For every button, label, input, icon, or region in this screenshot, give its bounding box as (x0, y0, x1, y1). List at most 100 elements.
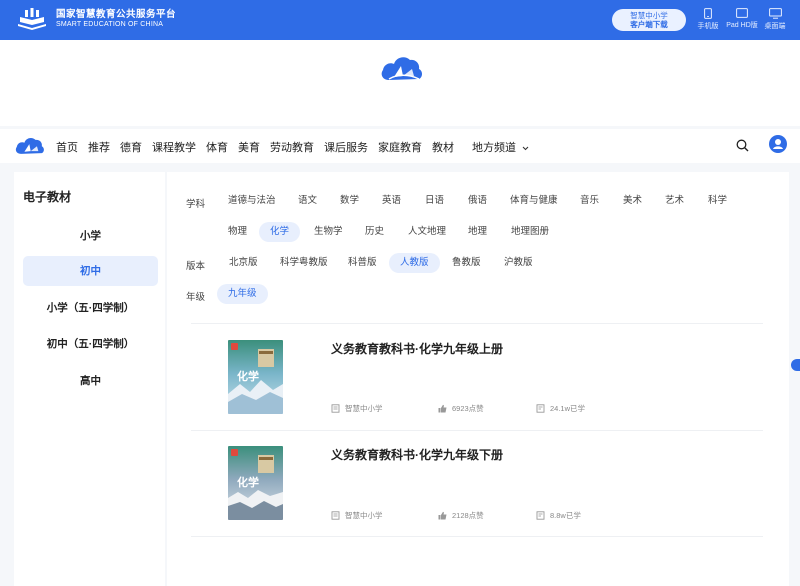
edition-chip[interactable]: 科普版 (348, 253, 377, 273)
sidebar-title: 电子教材 (23, 190, 72, 204)
nav-cloud-logo-icon[interactable] (14, 134, 46, 157)
nav-recommend[interactable]: 推荐 (88, 139, 110, 155)
platform-logo-icon (18, 8, 46, 30)
subject-chip[interactable]: 英语 (382, 191, 401, 211)
book-likes-text: 2128点赞 (452, 511, 484, 520)
subject-chip[interactable]: 地理 (468, 222, 487, 242)
book-publisher-text: 智慧中小学 (345, 511, 383, 520)
edition-chip[interactable]: 鲁教版 (452, 253, 481, 273)
book-title[interactable]: 义务教育教科书·化学九年级上册 (331, 340, 503, 357)
nav-moral[interactable]: 德育 (120, 139, 142, 155)
subject-chip[interactable]: 历史 (365, 222, 384, 242)
textbook-main: 学科 道德与法治 语文 数学 英语 日语 俄语 体育与健康 音乐 美术 艺术 科… (167, 172, 789, 586)
subject-chip[interactable]: 艺术 (665, 191, 684, 211)
book-learners-text: 24.1w已学 (550, 404, 586, 413)
nav-home[interactable]: 首页 (56, 139, 78, 155)
edition-label: 版本 (186, 261, 206, 272)
edition-chip[interactable]: 沪教版 (504, 253, 533, 273)
subject-chip[interactable]: 音乐 (580, 191, 599, 211)
user-avatar[interactable] (769, 135, 787, 153)
nav-labor[interactable]: 劳动教育 (270, 139, 314, 155)
edition-chip-active[interactable]: 人教版 (389, 253, 440, 273)
publisher-icon (331, 511, 340, 520)
book-publisher: 智慧中小学 (331, 403, 383, 414)
book-icon (536, 511, 545, 520)
device-desktop-link[interactable]: 桌面端 (762, 8, 788, 31)
sidebar-item-primary-54[interactable]: 小学（五·四学制） (23, 293, 158, 323)
device-desktop-label: 桌面端 (764, 23, 786, 30)
subject-chip[interactable]: 语文 (298, 191, 317, 211)
user-icon (773, 139, 783, 149)
subject-chip[interactable]: 物理 (228, 222, 247, 242)
book-likes: 6923点赞 (438, 403, 484, 414)
device-tablet-label: Pad HD版 (726, 22, 758, 29)
subject-chip[interactable]: 生物学 (314, 222, 343, 242)
nav-course-teaching[interactable]: 课程教学 (152, 139, 196, 155)
textbook-cover-image: 化学 (228, 446, 283, 520)
svg-text:化学: 化学 (237, 475, 259, 489)
nav-arts[interactable]: 美育 (238, 139, 260, 155)
book-learners-text: 8.8w已学 (550, 511, 581, 520)
svg-text:化学: 化学 (237, 369, 259, 383)
divider (191, 536, 763, 537)
book-publisher: 智慧中小学 (331, 510, 383, 521)
side-panel-handle[interactable] (791, 359, 800, 371)
nav-regional-label: 地方频道 (472, 142, 516, 154)
sidebar-item-junior-high[interactable]: 初中 (23, 256, 158, 286)
book-icon (536, 404, 545, 413)
book-cover[interactable]: 化学 (228, 340, 283, 414)
divider (191, 323, 763, 324)
grade-chip-active[interactable]: 九年级 (217, 284, 268, 304)
book-learners: 8.8w已学 (536, 510, 581, 521)
tablet-icon (736, 8, 748, 18)
desktop-icon (768, 8, 782, 19)
grade-label: 年级 (186, 292, 206, 303)
subject-chip[interactable]: 体育与健康 (510, 191, 558, 211)
client-download-line2: 客户端下载 (630, 20, 668, 29)
brand-name-en: SMART EDUCATION OF CHINA (56, 21, 164, 29)
edition-chip[interactable]: 北京版 (229, 253, 258, 273)
subject-chip[interactable]: 人文地理 (408, 222, 446, 242)
subject-label: 学科 (186, 199, 206, 210)
cloud-book-logo-icon (381, 57, 422, 80)
edition-chip[interactable]: 科学粤教版 (280, 253, 328, 273)
subject-chip[interactable]: 日语 (425, 191, 444, 211)
client-download-line1: 智慧中小学 (630, 11, 668, 20)
thumbs-up-icon (438, 511, 447, 520)
book-learners: 24.1w已学 (536, 403, 585, 414)
device-phone-link[interactable]: 手机版 (696, 8, 720, 31)
nav-textbooks[interactable]: 教材 (432, 139, 454, 155)
main-nav: 首页 推荐 德育 课程教学 体育 美育 劳动教育 课后服务 家庭教育 教材 地方… (0, 129, 800, 163)
device-tablet-link[interactable]: Pad HD版 (722, 8, 762, 30)
subject-chip-active[interactable]: 化学 (259, 222, 301, 242)
book-title[interactable]: 义务教育教科书·化学九年级下册 (331, 446, 503, 463)
textbook-sidebar: 电子教材 小学 初中 小学（五·四学制） 初中（五·四学制） 高中 (14, 172, 165, 586)
top-banner: 国家智慧教育公共服务平台 SMART EDUCATION OF CHINA 智慧… (0, 0, 800, 40)
nav-regional-dropdown[interactable]: 地方频道 (472, 139, 529, 155)
nav-after-school[interactable]: 课后服务 (324, 139, 368, 155)
sidebar-item-senior-high[interactable]: 高中 (23, 366, 158, 396)
sidebar-item-junior-54[interactable]: 初中（五·四学制） (23, 329, 158, 359)
book-likes: 2128点赞 (438, 510, 484, 521)
nav-family[interactable]: 家庭教育 (378, 139, 422, 155)
device-phone-label: 手机版 (697, 23, 719, 30)
subject-chip[interactable]: 数学 (340, 191, 359, 211)
chevron-down-icon (522, 146, 529, 150)
subject-chip[interactable]: 地理图册 (511, 222, 549, 242)
logo-band (0, 40, 800, 126)
book-cover[interactable]: 化学 (228, 446, 283, 520)
subject-chip[interactable]: 俄语 (468, 191, 487, 211)
thumbs-up-icon (438, 404, 447, 413)
platform-brand[interactable]: 国家智慧教育公共服务平台 SMART EDUCATION OF CHINA (14, 6, 176, 32)
subject-chip[interactable]: 科学 (708, 191, 727, 211)
book-likes-text: 6923点赞 (452, 404, 484, 413)
phone-icon (704, 8, 712, 19)
search-icon[interactable] (736, 139, 749, 152)
subject-chip[interactable]: 美术 (623, 191, 642, 211)
nav-sports[interactable]: 体育 (206, 139, 228, 155)
book-publisher-text: 智慧中小学 (345, 404, 383, 413)
subject-chip[interactable]: 道德与法治 (228, 191, 276, 211)
sidebar-item-primary[interactable]: 小学 (23, 221, 158, 251)
client-download-button[interactable]: 智慧中小学 客户端下载 (612, 9, 686, 31)
brand-name-cn: 国家智慧教育公共服务平台 (56, 8, 177, 20)
